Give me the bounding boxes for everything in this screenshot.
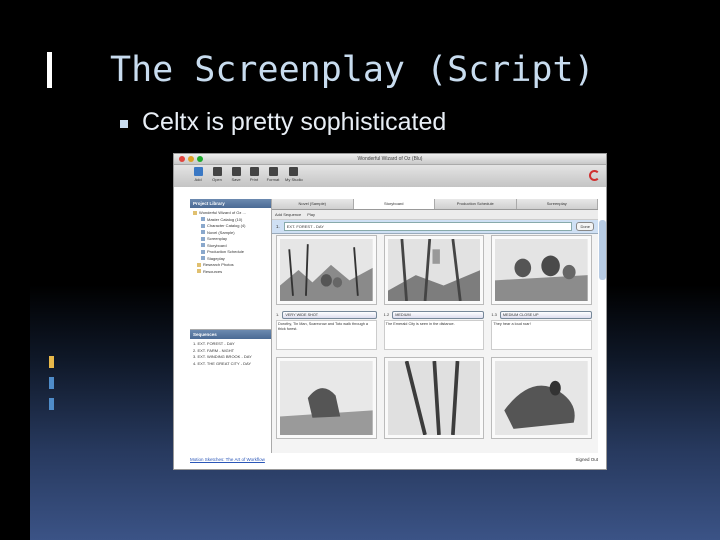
project-tree: Wonderful Wizard of Oz ... Master Catalo… [190,208,271,277]
shot-description[interactable]: The Emerald City is seen in the distance… [383,320,485,350]
sketch-image [495,361,588,435]
print-icon [249,167,259,176]
sketch-image [280,361,373,435]
tree-item[interactable]: Resources [193,269,268,276]
shot-type-select[interactable]: MEDIUM [392,310,485,319]
accent-mark [49,398,54,410]
add-button[interactable]: Add [190,167,206,182]
storyboard-frame[interactable] [383,357,485,439]
shot-panel: 1.2 MEDIUM The Emerald City is seen in th… [383,310,485,351]
document-icon [201,243,205,248]
document-icon [201,236,205,241]
storyboard-subbar: Add Sequence Play [272,210,598,220]
sketch-image [280,239,373,301]
format-button[interactable]: Format [265,167,281,182]
accent-mark [49,377,54,389]
sign-status[interactable]: Signed Out [575,455,598,465]
add-icon [193,167,203,176]
storyboard-main: Novel (Sample) Storyboard Production Sch… [272,199,598,453]
shot-panel: 1.3 MEDIUM CLOSE UP They hear a loud roar… [491,310,592,351]
left-strip [0,0,30,540]
scene-heading-input[interactable]: EXT. FOREST - DAY [283,222,573,231]
my-studio-button[interactable]: My Studio [285,167,303,182]
shot-panel: 1. VERY WIDE SHOT Dorothy, Tin Man, Scare… [276,310,377,351]
folder-icon [197,269,201,274]
storyboard-frame[interactable] [276,235,377,305]
sequence-list: 1. EXT. FOREST - DAY 2. EXT. FARM - NIGH… [190,339,271,369]
accent-mark [49,356,54,368]
app-body: Project Library Wonderful Wizard of Oz .… [174,187,606,469]
document-icon [201,217,205,222]
sequences-header: Sequences [190,330,271,339]
document-icon [201,230,205,235]
document-icon [201,223,205,228]
done-button[interactable]: Done [576,222,594,231]
project-library-header: Project Library [190,199,271,208]
storyboard-frame[interactable] [383,235,485,305]
window-title: Wonderful Wizard of Oz (Blu) [357,156,423,162]
print-button[interactable]: Print [246,167,262,182]
add-sequence-button[interactable]: Add Sequence [275,212,301,217]
format-icon [268,167,278,176]
play-button[interactable]: Play [307,212,315,217]
document-icon [201,249,205,254]
storyboard-frame[interactable] [276,357,377,439]
status-bar: Motion Sketches: The Art of Workflow Sig… [190,455,598,465]
toolbar: Add Open Save Print Format My Studio [174,165,606,188]
status-link[interactable]: Motion Sketches: The Art of Workflow [190,455,265,465]
shot-description[interactable]: Dorothy, Tin Man, Scarecrow and Toto wal… [276,320,377,350]
folder-icon [197,262,201,267]
storyboard-frame[interactable] [491,357,592,439]
shot-type-select[interactable]: MEDIUM CLOSE UP [499,310,592,319]
vertical-scrollbar[interactable] [599,220,606,280]
document-tabs: Novel (Sample) Storyboard Production Sch… [272,199,598,210]
sketch-image [387,239,481,301]
window-titlebar: Wonderful Wizard of Oz (Blu) [174,154,606,165]
celtx-logo-icon [589,170,600,181]
sketch-image [495,239,588,301]
storyboard-frame[interactable] [491,235,592,305]
celtx-screenshot: Wonderful Wizard of Oz (Blu) Add Open Sa… [173,153,607,470]
scene-number: 1. [276,224,280,229]
sequence-item[interactable]: 4. EXT. THE GREAT CITY - DAY [193,361,268,368]
shot-type-select[interactable]: VERY WIDE SHOT [282,310,377,319]
title-marker-inner [52,52,58,88]
bullet-item: Celtx is pretty sophisticated [120,108,446,137]
tab-storyboard[interactable]: Storyboard [353,199,435,209]
bullet-text: Celtx is pretty sophisticated [142,108,447,136]
bullet-square-icon [120,119,128,128]
storyboard-grid: 1. VERY WIDE SHOT Dorothy, Tin Man, Scare… [276,235,592,439]
document-icon [201,256,205,261]
slide-title: The Screenplay (Script) [110,50,595,90]
sequences-panel: Sequences 1. EXT. FOREST - DAY 2. EXT. F… [190,329,271,453]
open-icon [212,167,222,176]
tab-production-schedule[interactable]: Production Schedule [435,199,517,209]
tab-novel[interactable]: Novel (Sample) [272,199,354,209]
folder-icon [193,210,197,215]
save-button[interactable]: Save [228,167,244,182]
studio-icon [288,167,298,176]
shot-description[interactable]: They hear a loud roar! [491,320,592,350]
tab-screenplay[interactable]: Screenplay [517,199,598,209]
sketch-image [387,361,481,435]
open-button[interactable]: Open [209,167,225,182]
save-icon [231,167,241,176]
sidebar: Project Library Wonderful Wizard of Oz .… [190,199,272,453]
scene-bar: 1. EXT. FOREST - DAY Done [272,220,598,234]
